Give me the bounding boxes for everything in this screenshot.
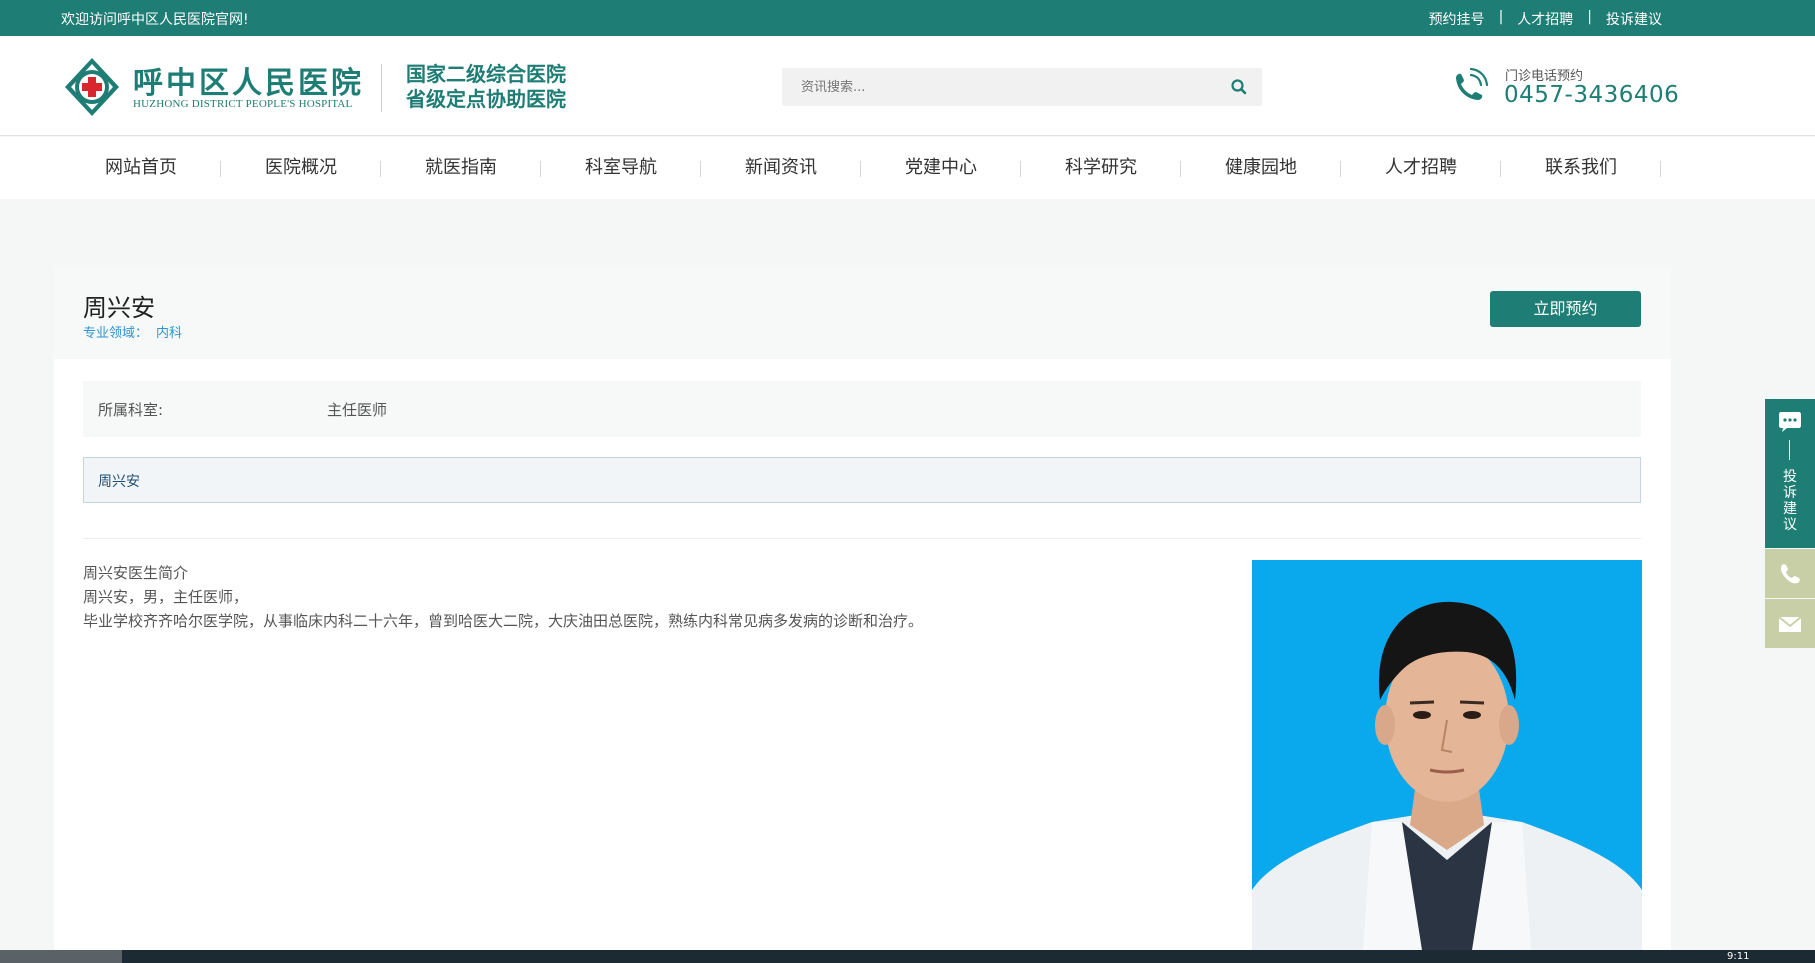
doctor-specialty: 专业领域： 内科 bbox=[83, 322, 182, 341]
complaint-char: 投 bbox=[1783, 469, 1797, 485]
top-bar: 欢迎访问呼中区人民医院官网! 预约挂号 | 人才招聘 | 投诉建议 bbox=[0, 0, 1815, 36]
nav-item-home[interactable]: 网站首页 bbox=[61, 137, 221, 199]
intro-line: 毕业学校齐齐哈尔医学院，从事临床内科二十六年，曾到哈医大二院，大庆油田总医院，熟… bbox=[83, 612, 924, 630]
email-float-button[interactable] bbox=[1765, 599, 1815, 648]
book-appointment-button[interactable]: 立即预约 bbox=[1490, 291, 1641, 327]
taskbar-clock: 9:11 bbox=[1727, 951, 1750, 962]
top-link-appointment[interactable]: 预约挂号 bbox=[1429, 9, 1485, 29]
chat-icon bbox=[1779, 412, 1801, 432]
nav-item-health[interactable]: 健康园地 bbox=[1181, 137, 1341, 199]
specialty-label: 专业领域： bbox=[83, 326, 149, 341]
complaint-char: 建 bbox=[1783, 501, 1797, 517]
phone-float-button[interactable] bbox=[1765, 549, 1815, 598]
doctor-name: 周兴安 bbox=[83, 294, 155, 322]
top-link-separator: | bbox=[1587, 9, 1592, 25]
nav-item-recruitment[interactable]: 人才招聘 bbox=[1341, 137, 1501, 199]
search-box bbox=[782, 68, 1262, 106]
nav-item-guide[interactable]: 就医指南 bbox=[381, 137, 541, 199]
phone-icon bbox=[1456, 67, 1489, 100]
complaint-char: 诉 bbox=[1783, 485, 1797, 501]
doctor-card-header: 周兴安 专业领域： 内科 立即预约 bbox=[54, 268, 1671, 359]
top-link-complaint[interactable]: 投诉建议 bbox=[1606, 9, 1662, 29]
top-link-recruitment[interactable]: 人才招聘 bbox=[1517, 9, 1573, 29]
specialty-value[interactable]: 内科 bbox=[156, 326, 182, 341]
hospital-tagline: 国家二级综合医院 省级定点协助医院 bbox=[406, 62, 566, 112]
nav-item-contact[interactable]: 联系我们 bbox=[1501, 137, 1661, 199]
department-value: 主任医师 bbox=[327, 401, 388, 419]
logo-chinese-name[interactable]: 呼中区人民医院 bbox=[133, 58, 364, 102]
complaint-char: 议 bbox=[1783, 517, 1797, 533]
logo-english-name: HUZHONG DISTRICT PEOPLE'S HOSPITAL bbox=[133, 98, 353, 110]
welcome-text: 欢迎访问呼中区人民医院官网! bbox=[61, 12, 249, 28]
complaint-float-button[interactable]: 投 诉 建 议 bbox=[1765, 399, 1815, 548]
os-taskbar: 9:11 bbox=[0, 950, 1815, 963]
tagline-line-2: 省级定点协助医院 bbox=[406, 87, 566, 111]
right-float-bar: 投 诉 建 议 bbox=[1765, 399, 1815, 648]
nav-item-overview[interactable]: 医院概况 bbox=[221, 137, 381, 199]
phone-icon bbox=[1781, 564, 1800, 584]
tagline-line-1: 国家二级综合医院 bbox=[406, 62, 566, 86]
phone-number: 0457-3436406 bbox=[1504, 82, 1680, 108]
intro-title: 周兴安医生简介 bbox=[83, 564, 189, 582]
doctor-name-tab[interactable]: 周兴安 bbox=[83, 457, 1641, 503]
float-divider bbox=[1789, 440, 1790, 460]
section-divider bbox=[83, 538, 1641, 539]
nav-item-research[interactable]: 科学研究 bbox=[1021, 137, 1181, 199]
top-links: 预约挂号 | 人才招聘 | 投诉建议 bbox=[1429, 9, 1662, 29]
doctor-photo bbox=[1252, 560, 1642, 963]
department-label: 所属科室: bbox=[98, 401, 164, 419]
nav-item-party[interactable]: 党建中心 bbox=[861, 137, 1021, 199]
doctor-name-tab-label: 周兴安 bbox=[98, 474, 140, 490]
hospital-logo-icon[interactable] bbox=[61, 56, 123, 118]
intro-line: 周兴安，男，主任医师， bbox=[83, 588, 249, 606]
start-button[interactable] bbox=[0, 950, 122, 963]
doctor-intro: 周兴安医生简介 周兴安，男，主任医师， 毕业学校齐齐哈尔医学院，从事临床内科二十… bbox=[83, 561, 923, 633]
department-row: 所属科室: 主任医师 bbox=[83, 381, 1641, 437]
search-icon[interactable] bbox=[1230, 78, 1248, 96]
doctor-card: 周兴安 专业领域： 内科 立即预约 所属科室: 主任医师 周兴安 周兴安医生简介 … bbox=[54, 268, 1671, 963]
main-nav: 网站首页 医院概况 就医指南 科室导航 新闻资讯 党建中心 科学研究 健康园地 … bbox=[0, 137, 1815, 199]
complaint-float-label: 投 诉 建 议 bbox=[1765, 469, 1815, 533]
email-icon bbox=[1778, 616, 1802, 632]
top-link-separator: | bbox=[1498, 9, 1504, 25]
search-input[interactable] bbox=[782, 68, 1202, 106]
site-header: 呼中区人民医院 HUZHONG DISTRICT PEOPLE'S HOSPIT… bbox=[0, 36, 1815, 136]
logo-divider bbox=[381, 64, 382, 112]
nav-item-departments[interactable]: 科室导航 bbox=[541, 137, 701, 199]
nav-item-news[interactable]: 新闻资讯 bbox=[701, 137, 861, 199]
